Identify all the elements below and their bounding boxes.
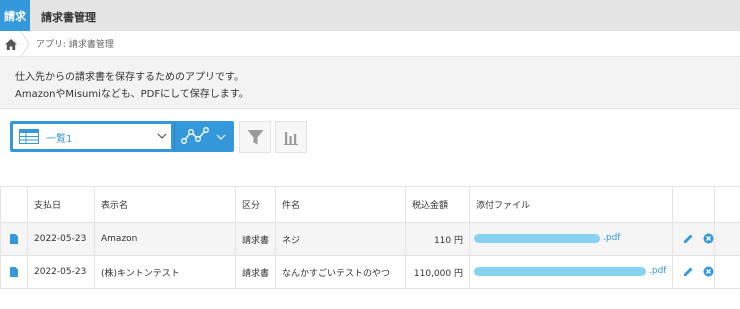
chart-button[interactable] (275, 121, 307, 153)
graph-icon (181, 127, 209, 144)
cell-attachment: .pdf (469, 222, 673, 256)
cell-payment-date: 2022-05-23 (27, 255, 95, 289)
row-extra-cell (714, 222, 740, 256)
breadcrumb-app-link[interactable]: アプリ: 請求書管理 (36, 37, 114, 50)
edit-pencil-icon[interactable] (683, 233, 694, 244)
table-row: 2022-05-23 Amazon 請求書 ネジ 110 円 .pdf (0, 222, 740, 256)
filter-button[interactable] (239, 121, 271, 153)
delete-icon[interactable] (703, 233, 714, 244)
cell-display-name: (株)キントンテスト (94, 255, 236, 289)
description-line-2: AmazonやMisumiなども、PDFにして保存します。 (15, 89, 249, 100)
cell-display-name: Amazon (94, 222, 236, 256)
cell-category: 請求書 (235, 222, 276, 256)
app-title[interactable]: 請求書管理 (41, 9, 96, 25)
redacted-filename (474, 267, 646, 276)
document-icon[interactable] (10, 267, 18, 277)
column-header-subject[interactable]: 件名 (275, 186, 406, 223)
table-icon (19, 129, 39, 144)
cell-attachment: .pdf (469, 255, 673, 289)
record-detail-cell[interactable] (0, 222, 28, 256)
column-header-attachment[interactable]: 添付ファイル (469, 186, 673, 223)
redacted-filename (474, 234, 600, 243)
header-actions-cell (672, 186, 715, 223)
chevron-down-icon (216, 134, 226, 140)
row-actions (672, 222, 715, 256)
cell-subject: なんかすごいテストのやつ (275, 255, 406, 289)
chevron-down-icon (157, 133, 167, 139)
cell-subject: ネジ (275, 222, 406, 256)
cell-amount: 110,000 円 (405, 255, 470, 289)
edit-pencil-icon[interactable] (683, 266, 694, 277)
column-header-amount[interactable]: 税込金額 (405, 186, 470, 223)
row-extra-cell (714, 255, 740, 289)
header-icon-cell (0, 186, 28, 223)
delete-icon[interactable] (703, 266, 714, 277)
records-table: 支払日 表示名 区分 件名 税込金額 添付ファイル 2022-05-23 Ama… (0, 186, 740, 289)
bar-chart-icon (284, 132, 298, 145)
column-header-display-name[interactable]: 表示名 (94, 186, 236, 223)
view-selector-label: 一覧1 (46, 134, 73, 145)
document-icon[interactable] (10, 234, 18, 244)
cell-amount: 110 円 (405, 222, 470, 256)
breadcrumb-separator (20, 31, 30, 57)
home-icon[interactable] (5, 39, 17, 50)
app-header: 請求 請求書管理 (0, 0, 740, 31)
attachment-link[interactable]: .pdf (603, 233, 620, 243)
record-detail-cell[interactable] (0, 255, 28, 289)
column-header-category[interactable]: 区分 (235, 186, 276, 223)
app-icon-badge[interactable]: 請求 (0, 0, 30, 31)
cell-category: 請求書 (235, 255, 276, 289)
graph-view-button[interactable] (174, 121, 234, 152)
header-extra-cell (714, 186, 740, 223)
attachment-link[interactable]: .pdf (649, 266, 666, 276)
column-header-payment-date[interactable]: 支払日 (27, 186, 95, 223)
description-line-1: 仕入先からの請求書を保存するためのアプリです。 (15, 72, 244, 83)
table-header-row: 支払日 表示名 区分 件名 税込金額 添付ファイル (0, 186, 740, 223)
cell-payment-date: 2022-05-23 (27, 222, 95, 256)
table-row: 2022-05-23 (株)キントンテスト 請求書 なんかすごいテストのやつ 1… (0, 255, 740, 289)
row-actions (672, 255, 715, 289)
filter-icon (247, 130, 264, 145)
app-description: 仕入先からの請求書を保存するためのアプリです。 AmazonやMisumiなども… (0, 57, 740, 109)
view-selector-box[interactable]: 一覧1 (13, 124, 171, 149)
breadcrumb: アプリ: 請求書管理 (0, 31, 740, 57)
view-selector[interactable]: 一覧1 (10, 121, 174, 152)
